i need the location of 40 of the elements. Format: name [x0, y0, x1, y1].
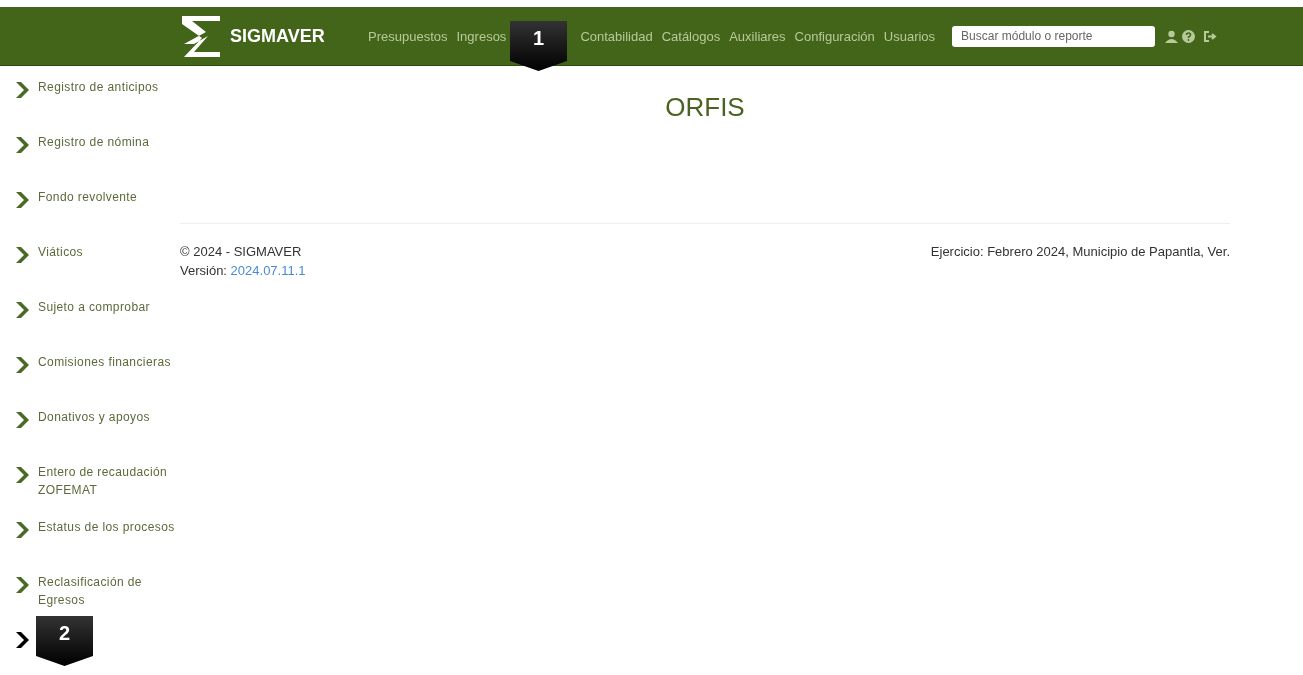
- chevron-icon: [14, 465, 30, 485]
- nav-link[interactable]: Auxiliares: [729, 28, 786, 44]
- logout-icon[interactable]: [1203, 29, 1218, 43]
- step-callout: 2: [36, 616, 93, 666]
- user-icon[interactable]: [1165, 29, 1179, 43]
- nav-link[interactable]: Usuarios: [883, 28, 936, 44]
- sidebar-link[interactable]: Estatus de los procesos: [38, 518, 178, 573]
- chevron-icon: [14, 520, 30, 540]
- page-subtitle: ORFIS: [664, 92, 746, 123]
- sidebar-link[interactable]: Fondo revolvente: [38, 188, 178, 243]
- chevron-icon: [14, 300, 30, 320]
- nav-link[interactable]: Ingresos: [456, 28, 507, 44]
- sidebar-link[interactable]: Entero de recaudación ZOFEMAT: [38, 463, 178, 518]
- sidebar-link[interactable]: Registro de nómina: [38, 133, 178, 188]
- version-link[interactable]: 2024.07.11.1: [230, 263, 306, 278]
- search-field[interactable]: Buscar módulo o reporte: [952, 25, 1156, 47]
- nav-link[interactable]: Catálogos: [661, 28, 721, 44]
- step-callout: 1: [510, 21, 567, 71]
- period-text: Ejercicio: Febrero 2024, Municipio de Papantla, Ver.: [930, 243, 1230, 261]
- chevron-icon: [14, 245, 30, 265]
- nav-link[interactable]: Presupuestos: [368, 28, 448, 44]
- chevron-icon: [14, 135, 30, 155]
- version-label: Versión:: [180, 263, 227, 278]
- chevron-icon: [14, 630, 30, 650]
- copyright-text: © 2024 - SIGMAVER: [180, 244, 302, 259]
- brand-name: SIGMAVER: [230, 25, 325, 47]
- chevron-icon: [14, 80, 30, 100]
- chevron-icon: [14, 575, 30, 595]
- help-icon[interactable]: [1182, 29, 1196, 43]
- nav-link[interactable]: Configuración: [794, 28, 875, 44]
- sidebar-link[interactable]: Sujeto a comprobar: [38, 298, 178, 353]
- chevron-icon: [14, 190, 30, 210]
- nav-link[interactable]: Contabilidad: [580, 28, 653, 44]
- sidebar-link[interactable]: Comisiones financieras: [38, 353, 178, 408]
- chevron-icon: [14, 355, 30, 375]
- sidebar-link[interactable]: Viáticos: [38, 243, 178, 298]
- sidebar-link[interactable]: Registro de anticipos: [38, 78, 178, 133]
- sigma-logo-icon: [180, 14, 222, 58]
- sidebar-link[interactable]: Donativos y apoyos: [38, 408, 178, 463]
- chevron-icon: [14, 410, 30, 430]
